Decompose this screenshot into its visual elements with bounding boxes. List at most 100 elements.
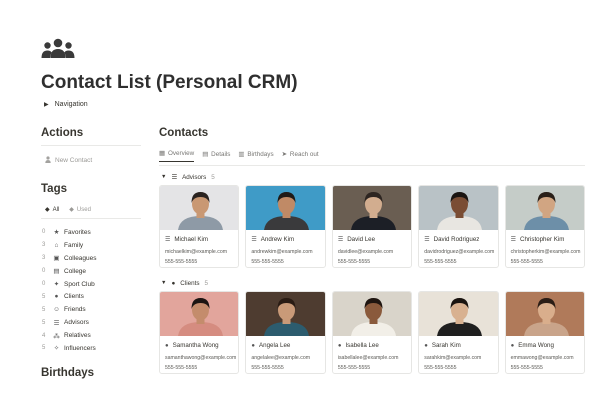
tag-count: 5 bbox=[42, 319, 46, 326]
contact-photo bbox=[246, 186, 325, 230]
contact-photo bbox=[419, 186, 498, 230]
tag-count: 3 bbox=[42, 255, 46, 262]
contact-card[interactable]: ☰ David Lee davidlee@example.com 555-555-55… bbox=[331, 185, 413, 268]
tab-overview[interactable]: ▦ Overview bbox=[159, 150, 195, 162]
contact-photo-image bbox=[505, 292, 585, 336]
tag-item-clients[interactable]: 5 ● Clients bbox=[41, 290, 141, 303]
contact-card[interactable]: ● Isabella Lee isabellalee@example.com 555-… bbox=[331, 291, 413, 374]
contact-card[interactable]: ● Angela Lee angelalee@example.com 555-555-… bbox=[245, 291, 326, 374]
contact-card[interactable]: ☰ Christopher Kim christopherkim@example.c… bbox=[504, 185, 586, 268]
tag-item-advisors[interactable]: 5 ☰ Advisors bbox=[41, 316, 141, 329]
contact-phone[interactable]: 555-555-5555 bbox=[338, 259, 411, 265]
tag-item-colleagues[interactable]: 3 ▣ Colleagues bbox=[41, 252, 141, 265]
briefcase-icon: ▣ bbox=[53, 255, 60, 263]
tab-birthdays[interactable]: ▥ Birthdays bbox=[238, 150, 273, 162]
contact-email[interactable]: davidrodriguez@example.com bbox=[424, 249, 497, 255]
client-icon: ● bbox=[337, 342, 342, 349]
client-icon: ● bbox=[171, 279, 176, 287]
card-gallery: ● Samantha Wong samanthawong@example.com 55… bbox=[159, 291, 586, 374]
tab-used[interactable]: ◆ Used bbox=[69, 206, 91, 214]
contact-email[interactable]: isabellalee@example.com bbox=[338, 355, 411, 361]
family-tree-icon: ⁂ bbox=[53, 332, 60, 340]
tab-all[interactable]: ◆ All bbox=[45, 206, 59, 214]
group-header[interactable]: ▼ ☰ Advisors 5 bbox=[161, 171, 585, 183]
triangle-down-icon: ▼ bbox=[161, 280, 167, 286]
tag-item-friends[interactable]: 5 ☺ Friends bbox=[41, 303, 141, 316]
contact-photo-image bbox=[246, 186, 325, 230]
contact-phone[interactable]: 555-555-5555 bbox=[511, 259, 584, 265]
contact-photo-image bbox=[160, 186, 239, 230]
contact-phone[interactable]: 555-555-5555 bbox=[424, 259, 497, 265]
tag-count: 4 bbox=[42, 332, 46, 339]
new-contact-button[interactable]: New Contact bbox=[45, 156, 141, 165]
contact-phone[interactable]: 555-555-5555 bbox=[424, 365, 497, 371]
contact-phone[interactable]: 555-555-5555 bbox=[511, 365, 584, 371]
contact-photo bbox=[419, 292, 498, 336]
contacts-section: Contacts ▦ Overview ▤ Details ▥ Birthdays ➤ Rea… bbox=[159, 127, 586, 374]
calendar-icon: ▥ bbox=[238, 150, 245, 158]
group-name: Advisors bbox=[182, 173, 207, 181]
tag-label: Advisors bbox=[64, 319, 89, 327]
contact-phone[interactable]: 555-555-5555 bbox=[338, 365, 411, 371]
tag-item-relatives[interactable]: 4 ⁂ Relatives bbox=[41, 329, 141, 342]
tag-label: Friends bbox=[64, 306, 86, 314]
tag-item-college[interactable]: 0 ▤ College bbox=[41, 265, 141, 278]
tag-icon: ◆ bbox=[69, 207, 74, 213]
contact-card[interactable]: ☰ David Rodriguez davidrodriguez@example.c… bbox=[418, 185, 499, 268]
contact-name-row: ● Samantha Wong bbox=[165, 342, 238, 349]
contact-email[interactable]: emmawong@example.com bbox=[511, 355, 584, 361]
contact-email[interactable]: davidlee@example.com bbox=[338, 249, 411, 255]
list-icon: ☰ bbox=[251, 237, 257, 243]
actions-heading: Actions bbox=[41, 127, 84, 139]
contact-card[interactable]: ☰ Andrew Kim andrewkim@example.com 555-555-… bbox=[245, 185, 326, 268]
contact-card[interactable]: ☰ Michael Kim michaelkim@example.com 555-55… bbox=[159, 185, 240, 268]
table-icon: ▤ bbox=[202, 150, 209, 158]
navigation-toggle[interactable]: ▶ Navigation bbox=[44, 101, 88, 108]
contact-email[interactable]: christopherkim@example.com bbox=[511, 249, 584, 255]
contact-card[interactable]: ● Emma Wong emmawong@example.com 555-555-55… bbox=[504, 291, 586, 374]
contact-phone[interactable]: 555-555-5555 bbox=[165, 259, 238, 265]
tag-label: Favorites bbox=[64, 228, 91, 236]
contact-name-row: ☰ Michael Kim bbox=[165, 236, 238, 243]
list-icon: ☰ bbox=[171, 173, 178, 181]
tag-filter-tabs: ◆ All ◆ Used bbox=[45, 206, 141, 214]
tags-heading: Tags bbox=[41, 183, 67, 195]
tag-item-sport-club[interactable]: 0 ✦ Sport Club bbox=[41, 278, 141, 291]
tag-label: College bbox=[64, 267, 87, 275]
contact-photo-image bbox=[332, 186, 412, 230]
contact-name: Sarah Kim bbox=[431, 342, 461, 349]
client-icon: ● bbox=[251, 342, 256, 349]
contact-name: Michael Kim bbox=[174, 236, 209, 243]
tab-reach-out[interactable]: ➤ Reach out bbox=[282, 150, 319, 162]
tag-item-family[interactable]: 3 ⌂ Family bbox=[41, 239, 141, 252]
list-icon: ☰ bbox=[510, 237, 517, 243]
contact-email[interactable]: samanthawong@example.com bbox=[165, 355, 238, 361]
contact-card[interactable]: ● Sarah Kim sarahkim@example.com 555-555-55… bbox=[418, 291, 499, 374]
tab-used-label: Used bbox=[76, 206, 91, 213]
contact-name-row: ● Isabella Lee bbox=[338, 342, 411, 349]
contact-phone[interactable]: 555-555-5555 bbox=[165, 365, 238, 371]
contact-photo-image bbox=[246, 292, 325, 336]
tag-label: Sport Club bbox=[64, 280, 95, 288]
contact-email[interactable]: michaelkim@example.com bbox=[165, 249, 238, 255]
contact-email[interactable]: angelalee@example.com bbox=[251, 355, 324, 361]
list-icon: ☰ bbox=[165, 237, 171, 243]
tag-list: 0 ★ Favorites 3 ⌂ Family 3 ▣ Colleagues 0 ▤ College… bbox=[41, 226, 141, 355]
contact-email[interactable]: sarahkim@example.com bbox=[424, 355, 497, 361]
tag-count: 5 bbox=[42, 345, 46, 352]
client-icon: ● bbox=[424, 342, 428, 349]
birthdays-heading: Birthdays bbox=[41, 366, 95, 379]
tag-item-influencers[interactable]: 5 ✧ Influencers bbox=[41, 342, 141, 355]
group-header[interactable]: ▼ ● Clients 5 bbox=[161, 277, 585, 289]
sparkle-icon: ✧ bbox=[53, 345, 60, 353]
tab-details[interactable]: ▤ Details bbox=[202, 150, 230, 162]
contact-phone[interactable]: 555-555-5555 bbox=[251, 365, 324, 371]
contact-email[interactable]: andrewkim@example.com bbox=[251, 249, 324, 255]
view-tab-label: Reach out bbox=[289, 150, 319, 158]
contact-name: Andrew Kim bbox=[260, 236, 295, 243]
contact-phone[interactable]: 555-555-5555 bbox=[251, 259, 324, 265]
contact-groups: ▼ ☰ Advisors 5 ☰ Michael Kim michaelkim@exampl… bbox=[159, 171, 586, 374]
tag-item-favorites[interactable]: 0 ★ Favorites bbox=[41, 226, 141, 239]
contact-card[interactable]: ● Samantha Wong samanthawong@example.com 55… bbox=[159, 291, 240, 374]
college-icon: ▤ bbox=[53, 268, 60, 276]
